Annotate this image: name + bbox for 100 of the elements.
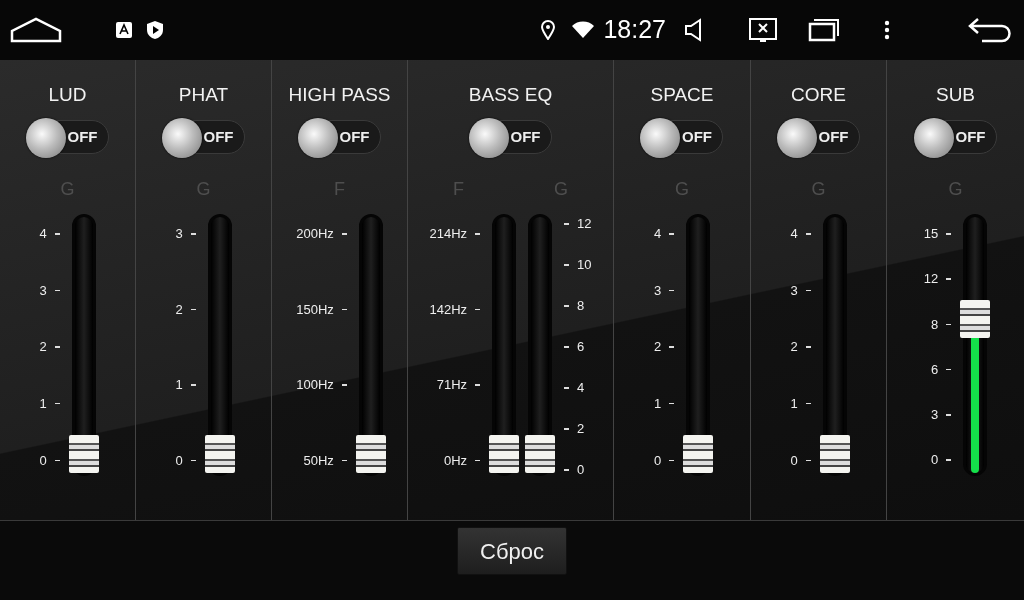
recent-apps-icon[interactable] <box>808 18 840 42</box>
play-shield-icon <box>146 20 164 40</box>
home-icon[interactable] <box>10 17 62 43</box>
tick-mark <box>669 402 675 405</box>
more-icon[interactable] <box>884 20 890 40</box>
scale-tick: 3 <box>653 281 662 300</box>
speaker-icon[interactable] <box>684 18 704 42</box>
tick-mark <box>475 459 481 461</box>
scale-tick: 8 <box>931 315 939 334</box>
tick-mark <box>946 414 952 416</box>
panel-title: BASS EQ <box>468 84 553 106</box>
scale-tick: 2 <box>653 338 662 357</box>
scale-tick: 6 <box>931 360 939 379</box>
tick-mark <box>805 459 811 461</box>
scale-tick: 4 <box>577 379 585 398</box>
tick-mark <box>564 305 570 307</box>
tick-mark <box>475 308 481 310</box>
scale-tick: 4 <box>653 225 662 243</box>
scale-tick: 0 <box>577 461 585 480</box>
reset-button[interactable]: Сброс <box>457 527 567 575</box>
tick-mark <box>564 469 570 471</box>
scale-tick: 3 <box>39 281 47 300</box>
tick-mark <box>190 308 196 310</box>
slider-thumb[interactable] <box>204 435 235 473</box>
scale-tick: 214Hz <box>429 225 468 243</box>
scale-tick: 8 <box>577 297 585 316</box>
scale-tick: 1 <box>175 376 183 394</box>
tick-mark <box>190 233 196 235</box>
tick-mark <box>805 402 811 405</box>
panel-title: SUB <box>935 84 976 106</box>
tick-mark <box>475 384 481 386</box>
scale-tick: 4 <box>39 225 47 243</box>
slider-thumb[interactable] <box>68 435 99 473</box>
tick-mark <box>669 346 675 348</box>
scale-tick: 10 <box>577 256 592 275</box>
scale-tick: 200Hz <box>296 225 334 243</box>
tick-mark <box>564 264 570 266</box>
tick-mark <box>54 289 60 292</box>
slider-thumb[interactable] <box>355 435 386 473</box>
tick-mark <box>805 289 811 292</box>
slider-thumb[interactable] <box>819 435 850 473</box>
wifi-icon <box>571 21 596 39</box>
tick-mark <box>946 323 952 326</box>
scale-tick: 2 <box>577 420 585 439</box>
tick-mark <box>564 428 570 430</box>
scale-tick: 100Hz <box>296 376 334 394</box>
scale-tick: 15 <box>923 225 939 243</box>
tick-mark <box>341 384 347 386</box>
slider-thumb[interactable] <box>525 435 556 473</box>
tick-mark <box>805 346 811 348</box>
tick-mark <box>946 459 952 461</box>
panel-title: LUD <box>48 84 87 106</box>
panel-title: SPACE <box>650 84 714 106</box>
tick-mark <box>54 402 60 405</box>
tick-mark <box>669 459 675 461</box>
scale-tick: 0 <box>790 451 798 470</box>
slider-thumb[interactable] <box>489 435 520 473</box>
back-icon[interactable] <box>968 17 1014 43</box>
tick-mark <box>190 384 196 386</box>
scale-tick: 2 <box>39 338 47 357</box>
tick-mark <box>946 278 952 280</box>
scale-tick: 4 <box>790 225 798 243</box>
scale-tick: 3 <box>790 281 798 300</box>
font-icon <box>116 22 132 38</box>
scale-tick: 71Hz <box>436 376 468 394</box>
scale-tick: 1 <box>790 394 798 413</box>
panel-title: HIGH PASS <box>288 84 391 106</box>
scale-tick: 50Hz <box>303 451 334 470</box>
scale-tick: 1 <box>39 394 47 413</box>
scale-tick: 150Hz <box>296 300 334 319</box>
slider-thumb[interactable] <box>683 435 714 473</box>
scale-tick: 3 <box>175 225 183 243</box>
tick-mark <box>190 459 196 461</box>
tick-mark <box>564 223 570 225</box>
tick-mark <box>564 387 570 389</box>
slider-thumb[interactable] <box>960 300 991 339</box>
tick-mark <box>805 233 811 235</box>
tick-mark <box>341 233 347 235</box>
scale-tick: 0Hz <box>443 451 468 470</box>
panel-title: PHAT <box>178 84 229 106</box>
scale-tick: 0 <box>175 451 183 470</box>
tick-mark <box>946 368 952 371</box>
scale-tick: 1 <box>653 394 662 413</box>
tick-mark <box>669 233 675 235</box>
tick-mark <box>669 289 675 292</box>
scale-tick: 12 <box>577 215 592 233</box>
scale-tick: 142Hz <box>429 300 468 319</box>
tick-mark <box>564 346 570 348</box>
screen-close-icon[interactable] <box>748 17 778 43</box>
scale-tick: 0 <box>931 451 939 470</box>
scale-tick: 12 <box>923 270 939 289</box>
tick-mark <box>341 308 347 310</box>
scale-tick: 2 <box>175 300 183 319</box>
tick-mark <box>341 459 347 461</box>
tick-mark <box>54 459 60 461</box>
tick-mark <box>54 346 60 348</box>
tick-mark <box>475 233 481 235</box>
scale-tick: 0 <box>39 451 47 470</box>
clock-time: 18:27 <box>603 14 666 46</box>
scale-tick: 2 <box>790 338 798 357</box>
